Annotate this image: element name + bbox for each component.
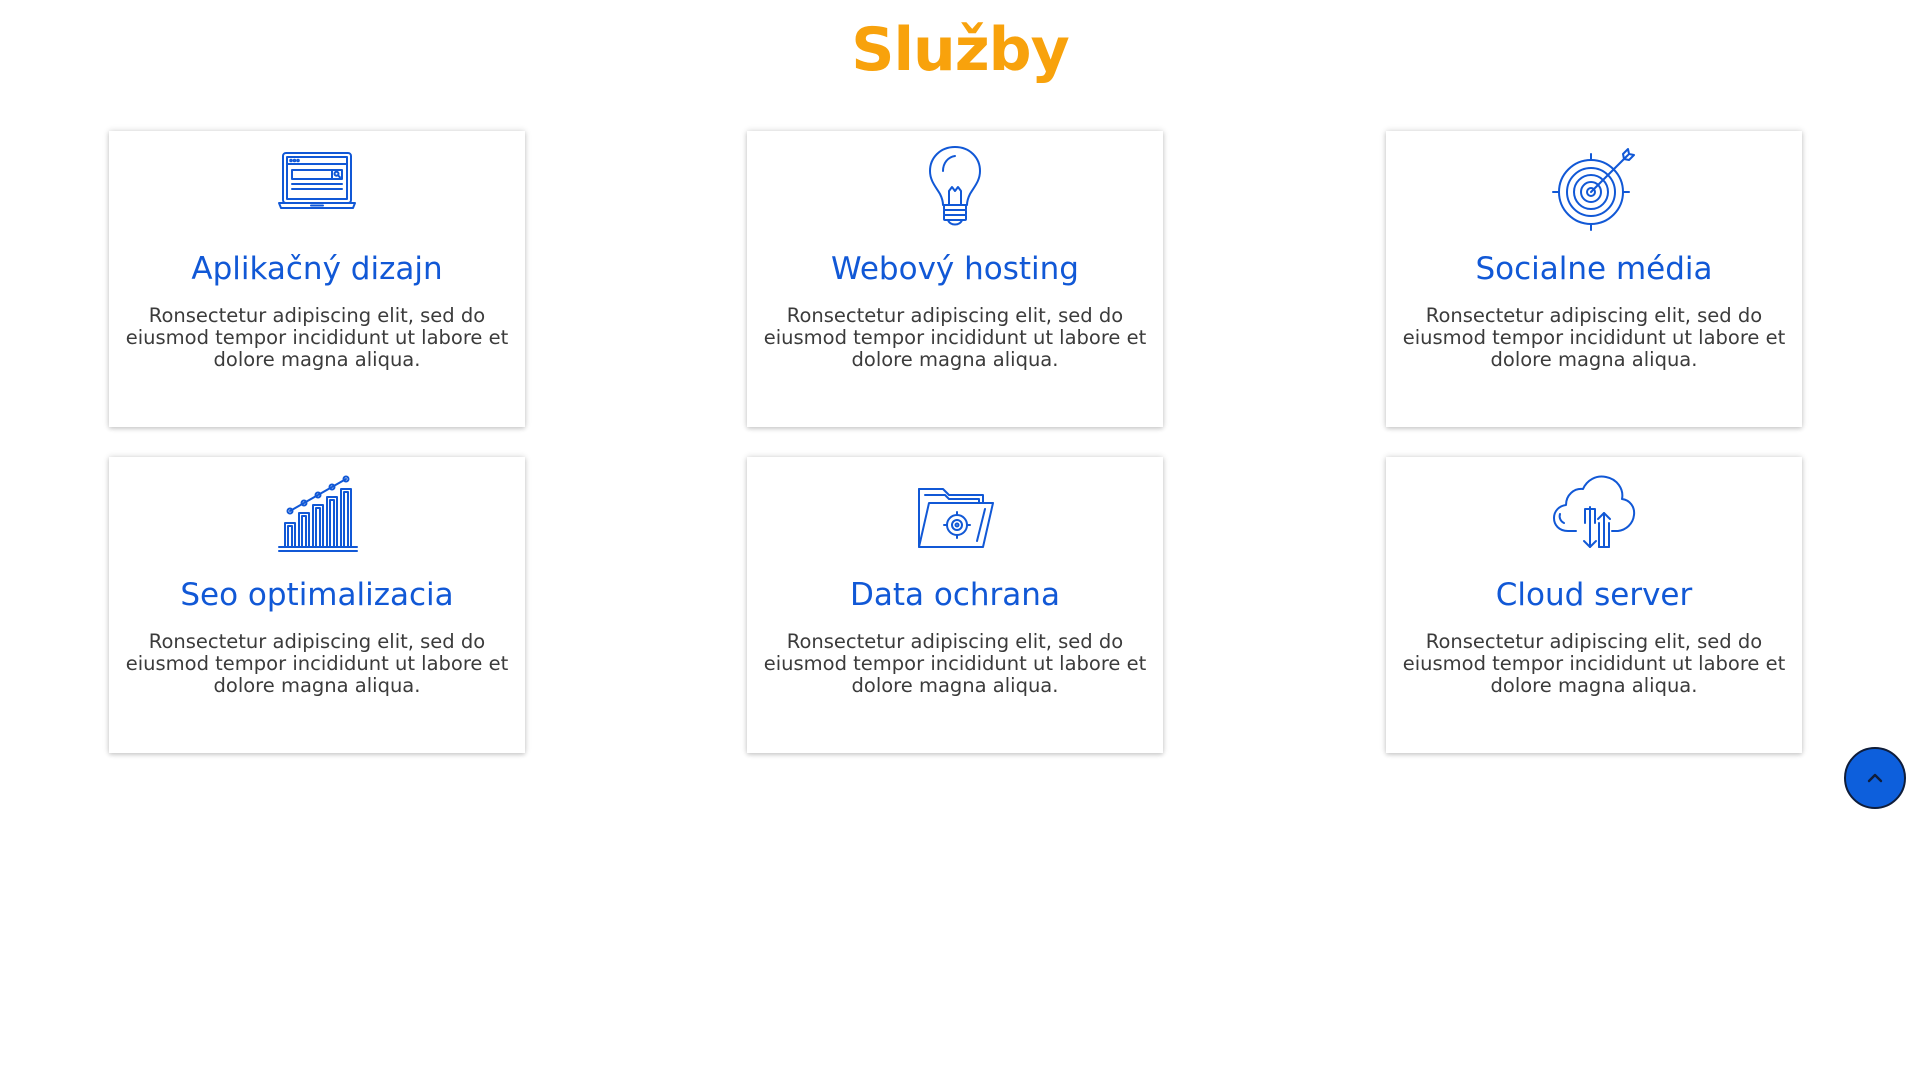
service-description: Ronsectetur adipiscing elit, sed do eius…: [125, 304, 509, 371]
service-title: Aplikačný dizajn: [191, 251, 443, 287]
lightbulb-icon: [907, 141, 1003, 237]
bar-chart-growth-icon: [269, 467, 365, 563]
service-card-data-protection[interactable]: Data ochrana Ronsectetur adipiscing elit…: [747, 457, 1163, 753]
service-card-cloud-server[interactable]: Cloud server Ronsectetur adipiscing elit…: [1386, 457, 1802, 753]
services-page: Služby Aplikačný dizajn Ronsectetur adip…: [0, 0, 1920, 1080]
folder-target-icon: [907, 467, 1003, 563]
service-title: Seo optimalizacia: [180, 577, 454, 613]
target-arrow-icon: [1546, 141, 1642, 237]
service-card-web-hosting[interactable]: Webový hosting Ronsectetur adipiscing el…: [747, 131, 1163, 427]
service-title: Webový hosting: [831, 251, 1079, 287]
service-card-app-design[interactable]: Aplikačný dizajn Ronsectetur adipiscing …: [109, 131, 525, 427]
service-title: Data ochrana: [850, 577, 1060, 613]
section-title: Služby: [851, 15, 1069, 85]
service-description: Ronsectetur adipiscing elit, sed do eius…: [763, 630, 1147, 697]
service-title: Socialne média: [1475, 251, 1713, 287]
chevron-up-icon: [1867, 773, 1883, 783]
service-card-social-media[interactable]: Socialne média Ronsectetur adipiscing el…: [1386, 131, 1802, 427]
cloud-upload-download-icon: [1546, 467, 1642, 563]
service-description: Ronsectetur adipiscing elit, sed do eius…: [125, 630, 509, 697]
service-description: Ronsectetur adipiscing elit, sed do eius…: [1402, 630, 1786, 697]
service-description: Ronsectetur adipiscing elit, sed do eius…: [763, 304, 1147, 371]
service-description: Ronsectetur adipiscing elit, sed do eius…: [1402, 304, 1786, 371]
laptop-browser-icon: [269, 141, 365, 237]
service-title: Cloud server: [1495, 577, 1693, 613]
service-card-seo[interactable]: Seo optimalizacia Ronsectetur adipiscing…: [109, 457, 525, 753]
scroll-to-top-button[interactable]: [1844, 747, 1906, 809]
